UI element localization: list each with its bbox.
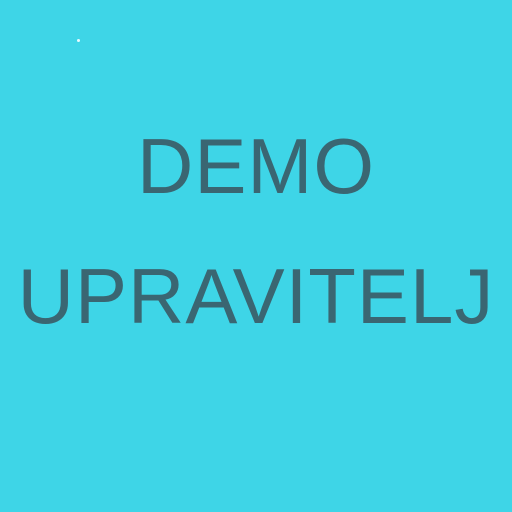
title-line-2: UPRAVITELJ [17, 252, 495, 340]
title-line-1: DEMO [137, 122, 375, 210]
decorative-dot [77, 39, 80, 42]
app-icon-tile: DEMO UPRAVITELJ [0, 0, 512, 512]
